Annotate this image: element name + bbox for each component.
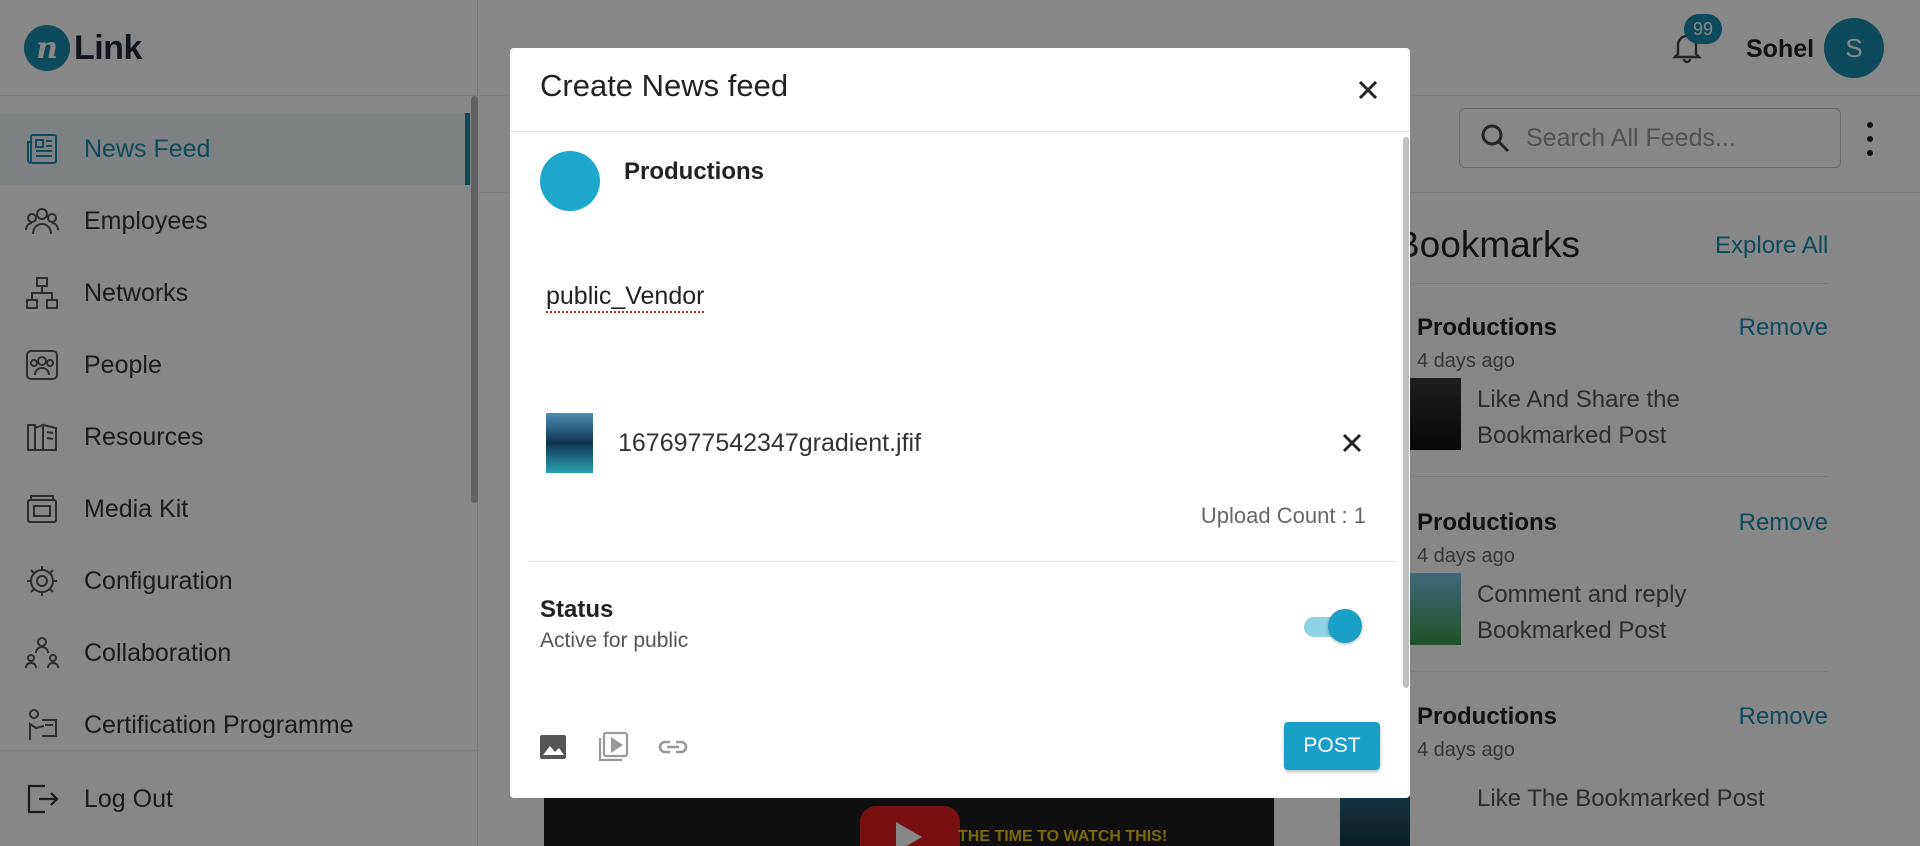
avatar — [540, 151, 600, 211]
remove-attachment-icon[interactable] — [1336, 427, 1368, 459]
upload-count: Upload Count : 1 — [1200, 503, 1366, 528]
modal-footer: POST — [510, 718, 1410, 778]
modal-title: Create News feed — [540, 68, 789, 103]
create-news-feed-modal: Create News feed Productions public_Vend… — [510, 48, 1410, 798]
attachment-name: 1676977542347gradient.jfif — [618, 429, 922, 457]
post-text-input[interactable]: public_Vendor — [546, 281, 705, 313]
attachment-row: 1676977542347gradient.jfif — [546, 413, 1386, 473]
close-icon[interactable] — [1350, 72, 1386, 108]
status-description: Active for public — [540, 629, 689, 652]
modal-header: Create News feed — [510, 48, 1410, 132]
status-label: Status — [540, 596, 614, 623]
status-toggle[interactable] — [1302, 609, 1362, 643]
video-icon[interactable] — [596, 730, 630, 764]
modal-body: Productions public_Vendor 1676977542347g… — [510, 133, 1410, 693]
modal-scrollbar[interactable] — [1403, 137, 1409, 688]
author-name: Productions — [624, 158, 765, 185]
attachment-thumbnail — [546, 413, 593, 473]
link-icon[interactable] — [656, 730, 690, 764]
toggle-knob — [1328, 609, 1362, 643]
post-button[interactable]: POST — [1284, 722, 1380, 770]
divider — [528, 561, 1396, 562]
image-icon[interactable] — [536, 730, 570, 764]
